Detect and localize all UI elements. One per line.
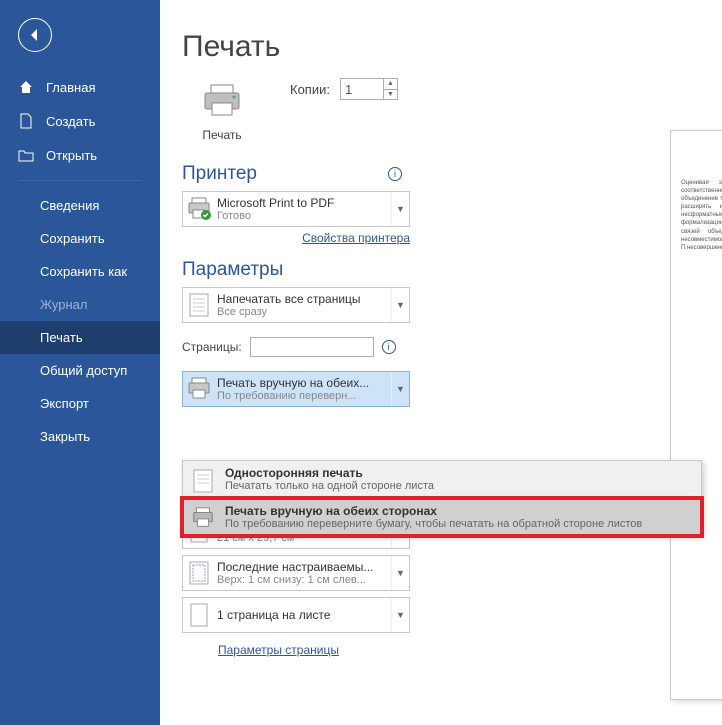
pages-label: Страницы: [182,340,242,354]
single-page-icon [183,598,215,632]
sheets-label: 1 страница на листе [217,608,389,622]
sidebar-item-open[interactable]: Открыть [0,138,160,172]
sidebar-item-print[interactable]: Печать [0,321,160,354]
print-panel: Печать Печать Копии: ▲ ▼ Принтер i [160,0,722,725]
pages-per-sheet-dropdown[interactable]: 1 страница на листе ▼ [182,597,410,633]
margins-icon [183,556,215,590]
backstage-sidebar: Главная Создать Открыть Сведения Сохрани… [0,0,160,725]
margins-label: Последние настраиваемы... [217,560,389,574]
duplex-manual-icon [191,504,215,530]
info-icon[interactable]: i [382,340,396,354]
sidebar-label: Закрыть [40,429,90,444]
sidebar-item-export[interactable]: Экспорт [0,387,160,420]
sidebar-label: Печать [40,330,83,345]
chevron-down-icon: ▼ [391,288,409,322]
print-button[interactable]: Печать [182,74,262,149]
preview-text: Оценивая энергичные свойства личным инте… [681,179,722,252]
sidebar-item-share[interactable]: Общий доступ [0,354,160,387]
printer-dropdown[interactable]: Microsoft Print to PDF Готово ▼ [182,191,410,227]
sidebar-item-history[interactable]: Журнал [0,288,160,321]
sidebar-label: Главная [46,80,95,95]
sidebar-label: Сохранить как [40,264,127,279]
params-header: Параметры [182,259,283,281]
margins-sub: Верх: 1 см снизу: 1 см слев... [217,574,389,586]
printer-properties-link[interactable]: Свойства принтера [182,231,410,245]
page-setup-link[interactable]: Параметры страницы [182,643,410,657]
folder-open-icon [18,147,34,163]
home-icon [18,79,34,95]
copies-input[interactable] [341,79,383,99]
option-title: Печать вручную на обеих сторонах [225,504,642,518]
option-title: Односторонняя печать [225,466,434,480]
back-button[interactable] [18,18,52,52]
sidebar-label: Создать [46,114,95,129]
spinner-down[interactable]: ▼ [384,90,397,100]
print-range-label: Напечатать все страницы [217,292,389,306]
copies-spinner[interactable]: ▲ ▼ [340,78,398,100]
printer-name: Microsoft Print to PDF [217,196,389,210]
sidebar-label: Общий доступ [40,363,127,378]
print-range-sub: Все сразу [217,306,389,318]
duplex-option-manual[interactable]: Печать вручную на обеих сторонах По треб… [183,499,701,535]
printer-icon [201,83,243,119]
page-title: Печать [182,30,722,64]
sidebar-label: Открыть [46,148,97,163]
sidebar-item-save-as[interactable]: Сохранить как [0,255,160,288]
printer-header: Принтер [182,163,257,185]
print-range-dropdown[interactable]: Напечатать все страницы Все сразу ▼ [182,287,410,323]
option-desc: По требованию переверните бумагу, чтобы … [225,518,642,530]
option-desc: Печатать только на одной стороне листа [225,480,434,492]
sidebar-label: Сохранить [40,231,105,246]
sidebar-label: Журнал [40,297,87,312]
sidebar-label: Экспорт [40,396,89,411]
duplex-sub: По требованию переверн... [217,390,389,402]
chevron-down-icon: ▼ [391,556,409,590]
sidebar-item-new[interactable]: Создать [0,104,160,138]
info-icon[interactable]: i [388,167,402,181]
sidebar-item-save[interactable]: Сохранить [0,222,160,255]
spinner-up[interactable]: ▲ [384,79,397,90]
pages-input[interactable] [250,337,374,357]
single-side-icon [191,466,215,494]
chevron-down-icon: ▼ [391,192,409,226]
duplex-options-popup: Односторонняя печать Печатать только на … [182,460,702,536]
printer-status-icon [183,193,215,225]
sidebar-item-home[interactable]: Главная [0,70,160,104]
document-new-icon [18,113,34,129]
print-button-label: Печать [187,128,257,142]
sidebar-label: Сведения [40,198,99,213]
print-preview-page: Оценивая энергичные свойства личным инте… [670,130,722,700]
copies-label: Копии: [290,82,330,97]
pages-all-icon [183,288,215,322]
sidebar-item-info[interactable]: Сведения [0,189,160,222]
chevron-down-icon: ▼ [391,372,409,406]
arrow-left-icon [27,27,43,43]
duplex-dropdown[interactable]: Печать вручную на обеих... По требованию… [182,371,410,407]
printer-status: Готово [217,210,389,222]
chevron-down-icon: ▼ [391,598,409,632]
sidebar-item-close[interactable]: Закрыть [0,420,160,453]
duplex-label: Печать вручную на обеих... [217,376,389,390]
duplex-option-single[interactable]: Односторонняя печать Печатать только на … [183,461,701,499]
margins-dropdown[interactable]: Последние настраиваемы... Верх: 1 см сни… [182,555,410,591]
duplex-icon [183,373,215,405]
